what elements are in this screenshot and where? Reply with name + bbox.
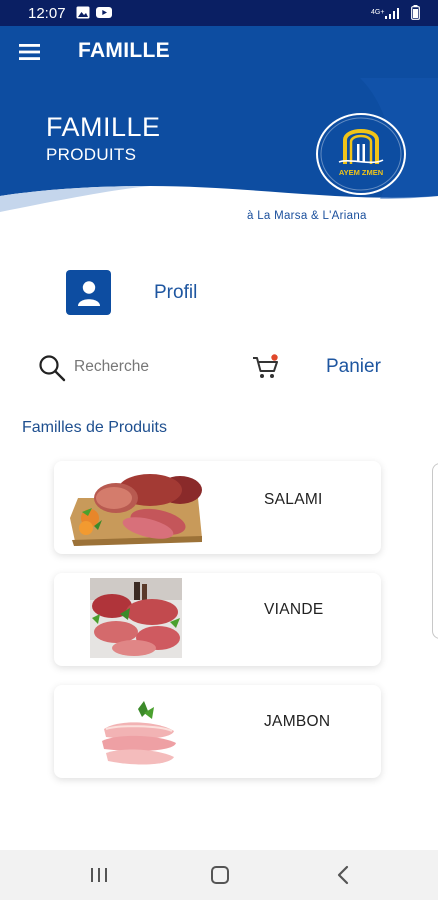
family-card-jambon[interactable]: JAMBON bbox=[54, 685, 381, 778]
profile-label: Profil bbox=[154, 281, 198, 303]
cart-badge-dot bbox=[271, 354, 278, 361]
back-icon[interactable] bbox=[332, 864, 356, 886]
search-icon[interactable] bbox=[38, 354, 66, 382]
search-input[interactable] bbox=[74, 354, 234, 380]
network-type: 4G+ bbox=[371, 9, 384, 16]
recent-apps-icon[interactable] bbox=[87, 864, 111, 886]
ayem-zmen-logo: AYEM ZMEN bbox=[316, 113, 406, 195]
jambon-image bbox=[98, 699, 178, 769]
user-icon bbox=[77, 280, 100, 306]
notification-icons bbox=[76, 6, 112, 19]
profile-link[interactable]: Profil bbox=[66, 270, 197, 315]
family-card-label: SALAMI bbox=[264, 491, 323, 508]
app-bar: FAMILLE bbox=[0, 26, 438, 78]
home-icon[interactable] bbox=[208, 864, 232, 886]
salami-image bbox=[70, 474, 202, 546]
edge-panel-handle[interactable] bbox=[432, 463, 438, 639]
location-text: à La Marsa & L'Ariana bbox=[247, 210, 367, 222]
family-card-viande[interactable]: VIANDE bbox=[54, 573, 381, 666]
family-card-label: JAMBON bbox=[264, 713, 331, 730]
app-bar-title: FAMILLE bbox=[78, 39, 170, 62]
viande-image bbox=[90, 578, 182, 658]
family-card-label: VIANDE bbox=[264, 601, 324, 618]
signal-4g-icon: 4G+ bbox=[371, 7, 399, 19]
logo-text: AYEM ZMEN bbox=[339, 168, 383, 177]
cart-label[interactable]: Panier bbox=[326, 356, 381, 378]
status-time: 12:07 bbox=[28, 5, 66, 22]
youtube-notification-icon bbox=[96, 7, 112, 18]
system-icons: 4G+ bbox=[371, 5, 420, 20]
profile-icon bbox=[66, 270, 111, 315]
banner-subtitle: PRODUITS bbox=[46, 145, 137, 164]
banner-title: FAMILLE bbox=[46, 112, 161, 142]
system-navigation-bar bbox=[0, 850, 438, 900]
status-bar: 12:07 4G+ bbox=[0, 0, 438, 26]
battery-icon bbox=[411, 5, 420, 20]
section-title: Familles de Produits bbox=[22, 419, 167, 436]
cart-icon[interactable] bbox=[252, 354, 280, 380]
gallery-notification-icon bbox=[76, 6, 90, 19]
hamburger-menu-icon[interactable] bbox=[18, 41, 42, 63]
family-card-salami[interactable]: SALAMI bbox=[54, 461, 381, 554]
